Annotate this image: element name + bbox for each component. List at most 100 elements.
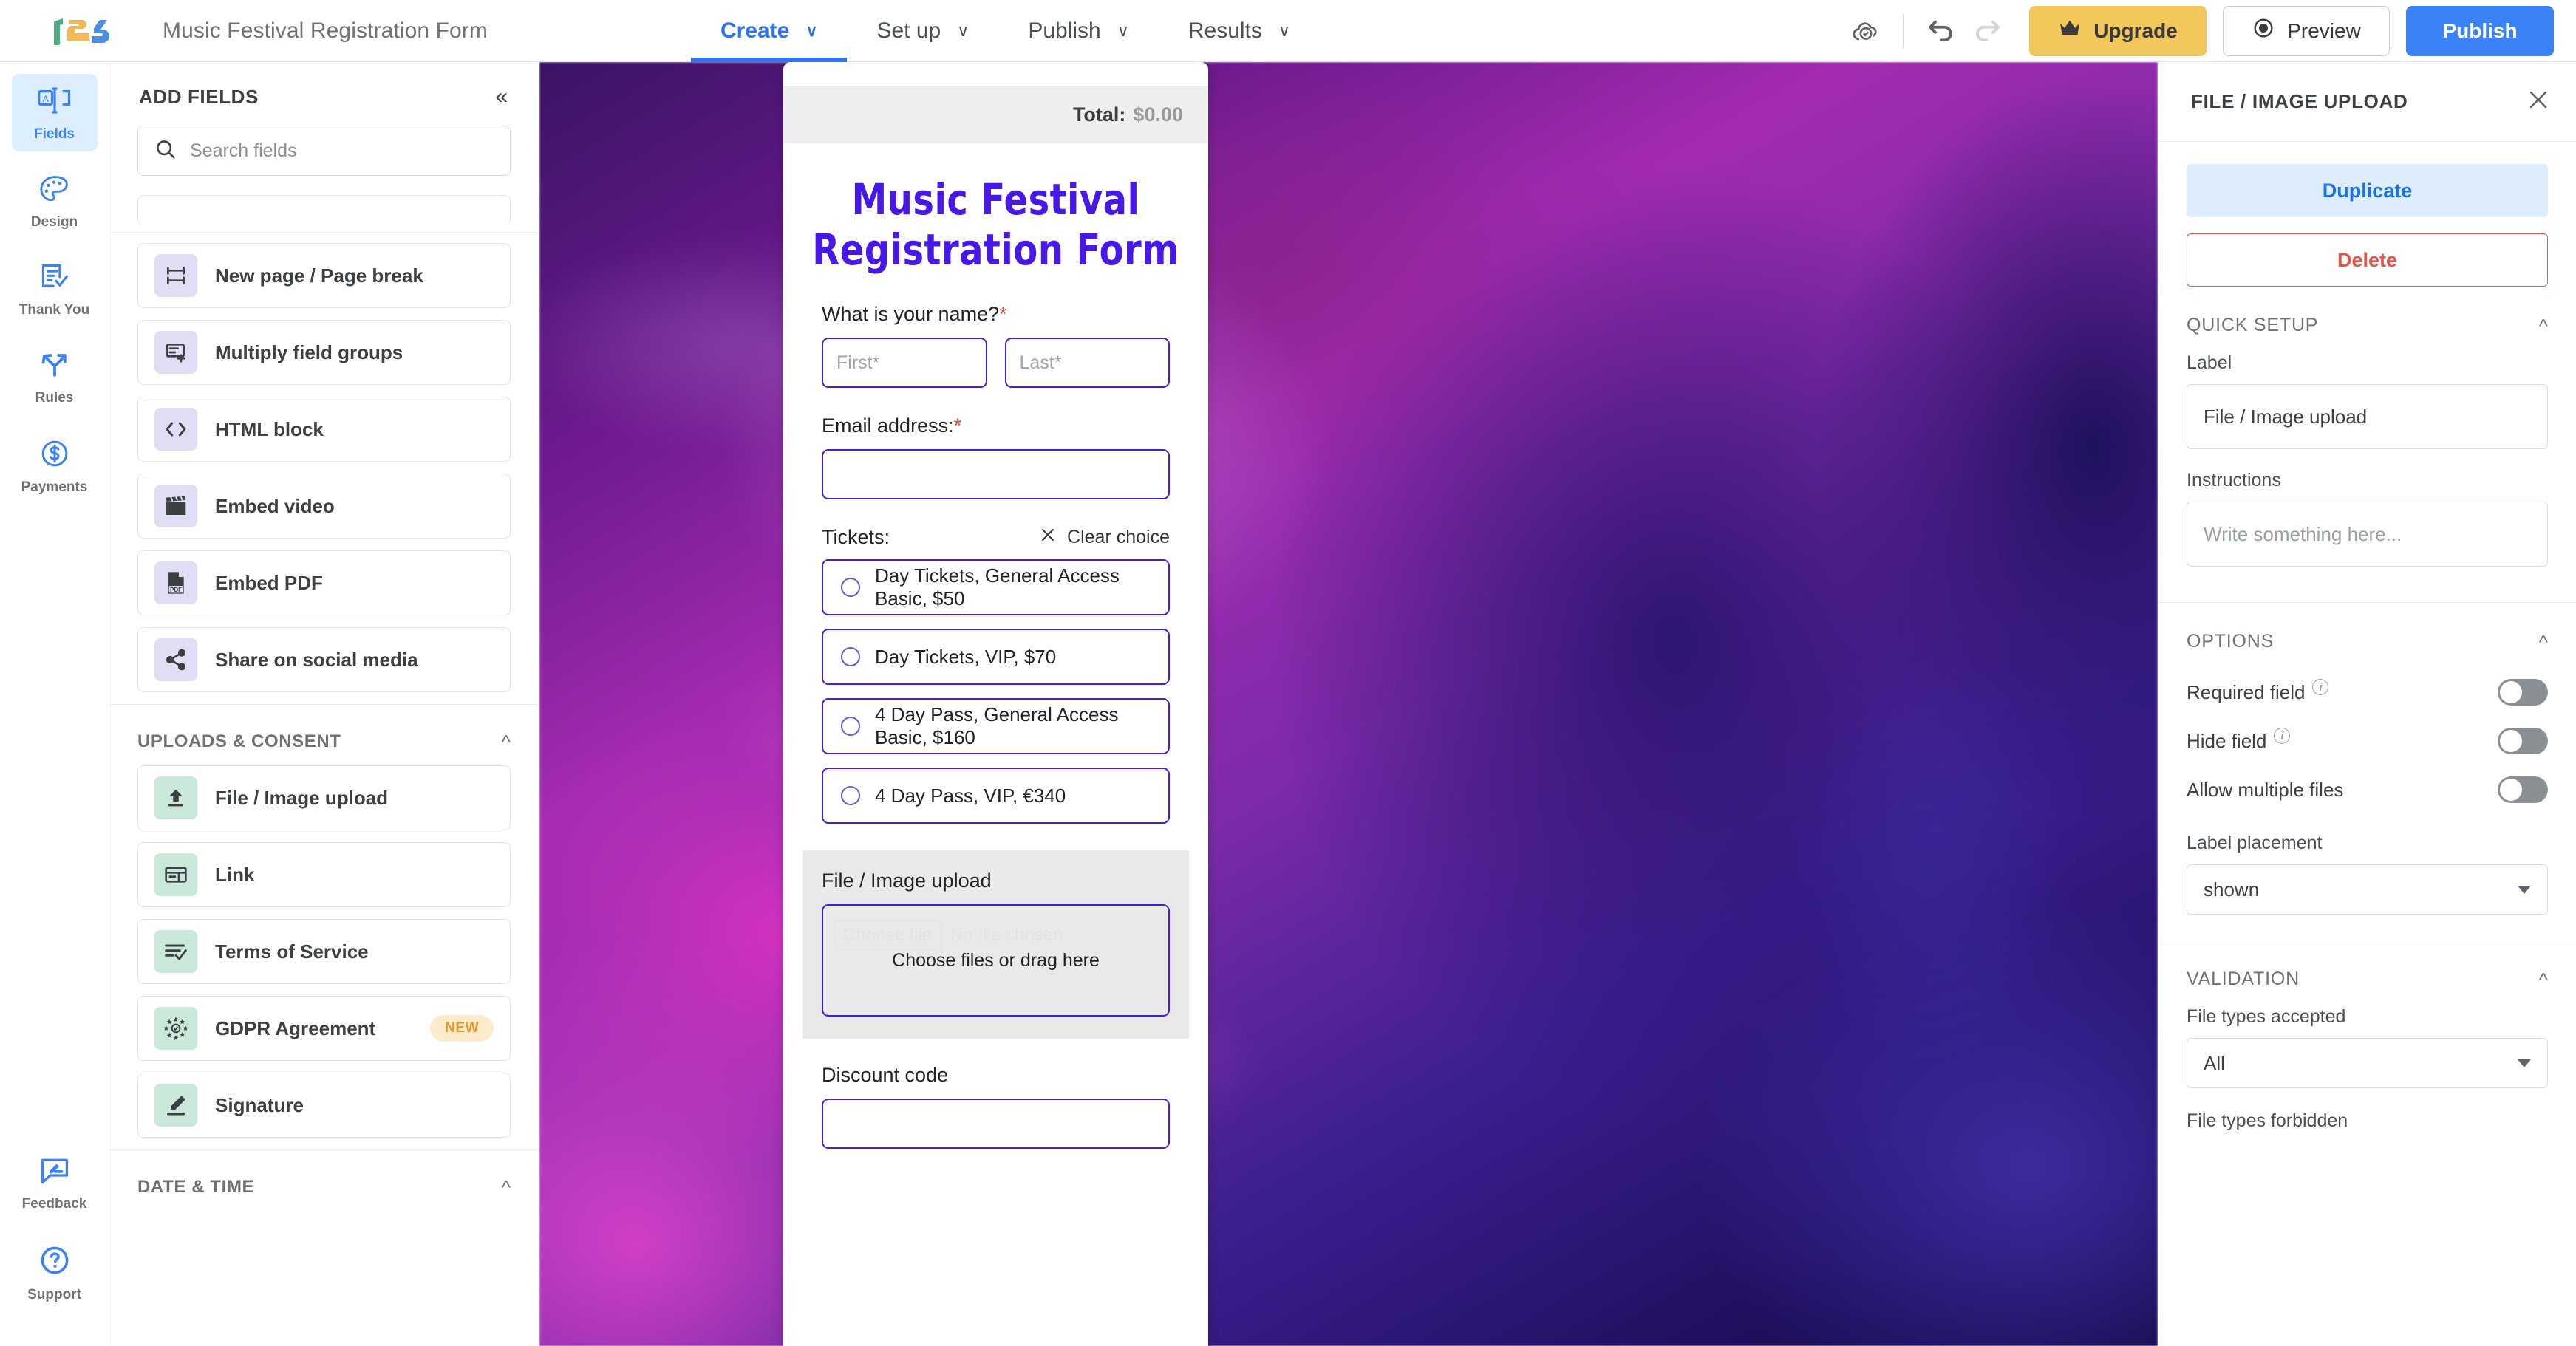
section-header-validation[interactable]: VALIDATION ^ [2187,940,2548,1006]
chevron-up-icon[interactable]: ^ [2539,316,2548,335]
search-input[interactable] [190,140,494,162]
cloud-check-icon[interactable] [1842,7,1890,55]
field-card-gdpr-agreement[interactable]: GDPR Agreement NEW [137,996,511,1061]
field-email: Email address:* [822,414,1170,499]
tab-publish-label: Publish [1028,18,1101,43]
sidebar-item-rules[interactable]: Rules [12,339,98,415]
field-file-upload-selected[interactable]: File / Image upload Choose file No file … [803,850,1189,1039]
info-icon[interactable]: i [2274,728,2291,744]
ticket-option-label: Day Tickets, VIP, $70 [875,645,1057,668]
section-header-quick-setup[interactable]: QUICK SETUP ^ [2187,287,2548,352]
first-name-input[interactable] [822,338,987,388]
field-card-file-image-upload[interactable]: File / Image upload [137,765,511,830]
delete-button[interactable]: Delete [2187,233,2548,287]
file-types-accepted-select[interactable]: All [2187,1038,2548,1088]
tab-results[interactable]: Results ∨ [1159,0,1320,62]
group-header-uploads-consent[interactable]: UPLOADS & CONSENT ^ [137,715,511,765]
svg-text:PDF: PDF [170,587,182,593]
radio-icon[interactable] [841,647,860,666]
canvas-background-overlay [539,62,2158,1346]
sidebar-item-support[interactable]: Support [12,1233,98,1312]
clapperboard-icon [154,485,197,527]
choose-file-button[interactable]: Choose file [834,920,942,950]
logo-container[interactable] [0,16,163,47]
sidebar-item-payments[interactable]: Payments [12,427,98,505]
chevrons-left-icon[interactable]: « [489,83,514,111]
discount-code-label: Discount code [822,1064,949,1086]
search-fields-box[interactable] [137,126,511,176]
group-header-date-time[interactable]: DATE & TIME ^ [137,1161,511,1211]
ticket-option-day-basic[interactable]: Day Tickets, General Access Basic, $50 [822,559,1170,615]
sidebar-item-payments-label: Payments [21,479,88,495]
tab-create[interactable]: Create ∨ [690,0,848,62]
app-header: Music Festival Registration Form Create … [0,0,2576,62]
upgrade-button-label: Upgrade [2093,18,2178,42]
label-field-input[interactable] [2187,384,2548,449]
sidebar-item-fields[interactable]: A Fields [11,74,98,151]
ticket-option-4day-basic[interactable]: 4 Day Pass, General Access Basic, $160 [822,698,1170,754]
field-card-html-block[interactable]: HTML block [137,397,511,462]
tab-results-label: Results [1188,18,1262,43]
field-card-share-social[interactable]: Share on social media [137,627,511,692]
publish-button[interactable]: Publish [2406,5,2554,56]
ticket-option-day-vip[interactable]: Day Tickets, VIP, $70 [822,629,1170,685]
section-header-options[interactable]: OPTIONS ^ [2187,603,2548,669]
field-card-multiply-field-groups[interactable]: Multiply field groups [137,320,511,385]
add-fields-title: ADD FIELDS [139,85,259,108]
radio-icon[interactable] [841,578,860,597]
chevron-down-icon: ∨ [1278,21,1290,40]
sidebar-item-thank-you[interactable]: Thank You [12,251,98,327]
upgrade-button[interactable]: Upgrade [2029,5,2207,56]
preview-button[interactable]: Preview [2223,5,2390,56]
field-card-new-page[interactable]: New page / Page break [137,243,511,308]
label-placement-label: Label placement [2187,833,2323,853]
tab-publish[interactable]: Publish ∨ [998,0,1159,62]
clear-choice-button[interactable]: Clear choice [1039,526,1170,549]
sidebar-item-feedback-label: Feedback [21,1196,87,1212]
field-card-link[interactable]: Link [137,842,511,907]
info-icon[interactable]: i [2312,679,2329,695]
redo-icon[interactable] [1964,7,2011,55]
last-name-input[interactable] [1004,338,1170,388]
radio-icon[interactable] [841,786,860,805]
field-card-partial-above[interactable] [137,195,511,225]
duplicate-button[interactable]: Duplicate [2187,164,2548,217]
option-hide-field: Hide field i [2187,717,2548,766]
close-icon[interactable] [2526,87,2551,117]
allow-multiple-files-toggle[interactable] [2498,776,2548,803]
instructions-field-label: Instructions [2187,470,2281,491]
sidebar-item-design[interactable]: Design [12,163,98,239]
chevron-up-icon[interactable]: ^ [2539,970,2548,989]
search-fields-wrap [109,111,539,195]
hide-field-toggle[interactable] [2498,728,2548,754]
required-asterisk: * [953,414,962,437]
ticket-option-4day-vip[interactable]: 4 Day Pass, VIP, €340 [822,768,1170,824]
sidebar-item-feedback[interactable]: Feedback [12,1145,98,1221]
chevron-up-icon[interactable]: ^ [2539,632,2548,652]
divider [109,1149,539,1150]
radio-icon[interactable] [841,717,860,736]
tab-set-up[interactable]: Set up ∨ [847,0,998,62]
field-card-embed-pdf[interactable]: PDF Embed PDF [137,550,511,615]
label-placement-select[interactable]: shown [2187,864,2548,915]
add-fields-header: ADD FIELDS « [109,62,539,111]
option-allow-multiple-files: Allow multiple files [2187,766,2548,815]
field-card-signature[interactable]: Signature [137,1073,511,1138]
field-card-terms-of-service[interactable]: Terms of Service [137,919,511,984]
required-field-toggle[interactable] [2498,679,2548,706]
fields-list[interactable]: New page / Page break Multiply field gro… [109,195,539,1346]
properties-body: Duplicate Delete QUICK SETUP ^ Label Ins… [2158,142,2576,1346]
chevron-up-icon[interactable]: ^ [502,732,511,751]
email-input[interactable] [822,449,1170,499]
properties-title: FILE / IMAGE UPLOAD [2191,90,2408,112]
chevron-down-icon: ∨ [1117,21,1129,40]
instructions-field-input[interactable] [2187,502,2548,567]
field-card-embed-video[interactable]: Embed video [137,474,511,539]
chevron-up-icon[interactable]: ^ [502,1178,511,1197]
native-file-input[interactable]: Choose file No file chosen [834,920,1063,950]
gdpr-stars-icon [154,1007,197,1050]
undo-icon[interactable] [1917,7,1964,55]
field-label: Embed PDF [215,571,323,594]
file-dropzone[interactable]: Choose file No file chosen Choose files … [822,904,1170,1017]
discount-code-input[interactable] [822,1099,1170,1149]
